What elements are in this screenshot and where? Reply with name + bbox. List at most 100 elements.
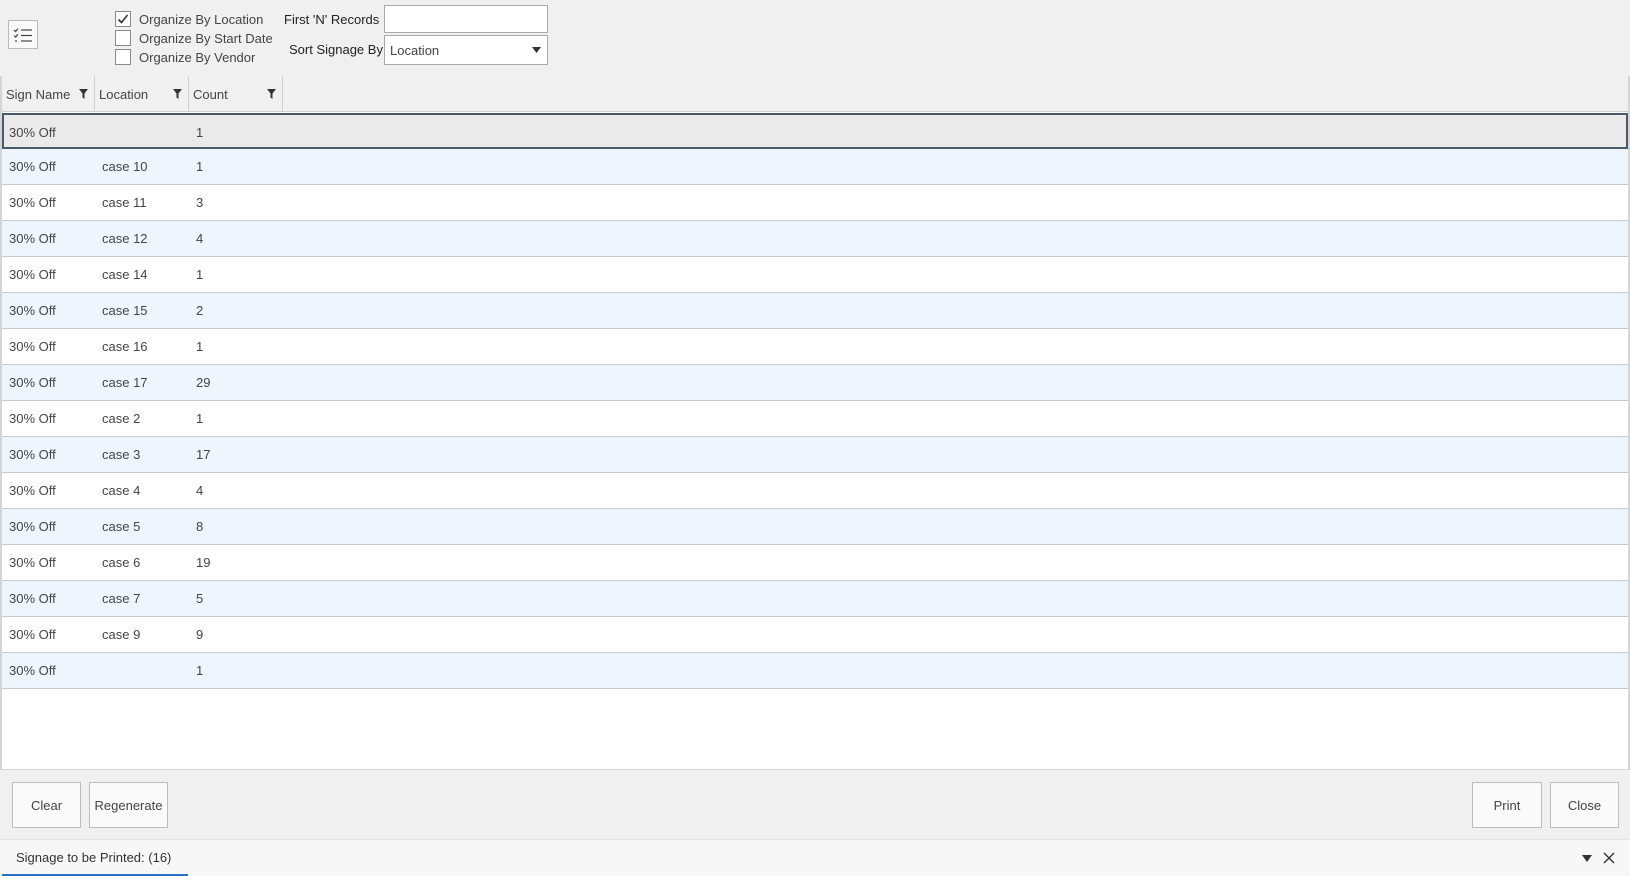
table-row[interactable]: 30% Off case 14 1 xyxy=(2,257,1628,293)
filter-icon[interactable] xyxy=(260,89,282,99)
cell-location: case 3 xyxy=(102,447,141,462)
cell-count: 1 xyxy=(196,339,204,354)
cell-location: case 4 xyxy=(102,483,141,498)
table-row[interactable]: 30% Off case 17 29 xyxy=(2,365,1628,401)
cell-count: 19 xyxy=(196,555,211,570)
cell-location: case 7 xyxy=(102,591,141,606)
cell-location: case 16 xyxy=(102,339,148,354)
table-row[interactable]: 30% Off case 9 9 xyxy=(2,617,1628,653)
dropdown-icon[interactable] xyxy=(1579,850,1595,866)
cell-count: 4 xyxy=(196,483,204,498)
cell-sign-name: 30% Off xyxy=(9,339,56,354)
cell-location: case 10 xyxy=(102,159,148,174)
cell-count: 1 xyxy=(196,411,204,426)
column-label: Location xyxy=(99,86,149,102)
checkbox-organize-by-start-date[interactable] xyxy=(115,30,131,46)
option-organize-by-start-date[interactable]: Organize By Start Date xyxy=(115,29,273,47)
checklist-icon xyxy=(13,27,32,42)
table-row[interactable]: 30% Off case 4 4 xyxy=(2,473,1628,509)
column-header-sign-name[interactable]: Sign Name xyxy=(2,76,95,112)
cell-sign-name: 30% Off xyxy=(9,195,56,210)
cell-count: 8 xyxy=(196,519,204,534)
option-label: Organize By Vendor xyxy=(139,49,256,65)
checkmark-icon xyxy=(117,14,129,24)
grid-header: Sign Name Location Count xyxy=(2,76,1628,112)
table-row[interactable]: 30% Off 1 xyxy=(2,653,1628,689)
cell-location: case 17 xyxy=(102,375,148,390)
table-row[interactable]: 30% Off case 6 19 xyxy=(2,545,1628,581)
option-organize-by-location[interactable]: Organize By Location xyxy=(115,10,263,28)
cell-sign-name: 30% Off xyxy=(9,627,56,642)
cell-count: 1 xyxy=(196,125,204,140)
button-bar: Clear Regenerate Print Close xyxy=(0,769,1630,839)
checkbox-organize-by-vendor[interactable] xyxy=(115,49,131,65)
table-row[interactable]: 30% Off case 11 3 xyxy=(2,185,1628,221)
sort-signage-label: Sort Signage By xyxy=(289,42,383,57)
checklist-menu-button[interactable] xyxy=(8,20,38,49)
table-row[interactable]: 30% Off case 16 1 xyxy=(2,329,1628,365)
cell-count: 9 xyxy=(196,627,204,642)
column-label: Sign Name xyxy=(6,86,71,102)
cell-sign-name: 30% Off xyxy=(9,519,56,534)
table-row[interactable]: 30% Off 1 xyxy=(2,113,1628,149)
signage-to-be-printed-tab[interactable]: Signage to be Printed: (16) xyxy=(2,840,188,876)
column-header-location[interactable]: Location xyxy=(95,76,189,112)
cell-location: case 14 xyxy=(102,267,148,282)
cell-count: 1 xyxy=(196,159,204,174)
cell-count: 3 xyxy=(196,195,204,210)
cell-location: case 2 xyxy=(102,411,141,426)
cell-sign-name: 30% Off xyxy=(9,267,56,282)
toolbar: Organize By Location Organize By Start D… xyxy=(0,0,1630,76)
table-row[interactable]: 30% Off case 7 5 xyxy=(2,581,1628,617)
first-n-records-label: First 'N' Records xyxy=(284,12,380,27)
status-bar: Signage to be Printed: (16) xyxy=(0,839,1630,876)
cell-sign-name: 30% Off xyxy=(9,159,56,174)
clear-button[interactable]: Clear xyxy=(12,782,81,828)
option-label: Organize By Start Date xyxy=(139,30,273,46)
signage-grid: Sign Name Location Count 30% Off 1 30% O… xyxy=(0,76,1630,769)
cell-sign-name: 30% Off xyxy=(9,411,56,426)
cell-count: 1 xyxy=(196,663,204,678)
table-row[interactable]: 30% Off case 10 1 xyxy=(2,149,1628,185)
close-button[interactable]: Close xyxy=(1550,782,1619,828)
filter-icon[interactable] xyxy=(72,89,94,99)
dropdown-arrow-icon[interactable] xyxy=(525,47,547,53)
cell-count: 29 xyxy=(196,375,211,390)
cell-sign-name: 30% Off xyxy=(9,663,56,678)
table-row[interactable]: 30% Off case 3 17 xyxy=(2,437,1628,473)
cell-count: 4 xyxy=(196,231,204,246)
cell-location: case 6 xyxy=(102,555,141,570)
cell-location: case 12 xyxy=(102,231,148,246)
first-n-records-input[interactable] xyxy=(384,5,548,33)
table-row[interactable]: 30% Off case 2 1 xyxy=(2,401,1628,437)
cell-sign-name: 30% Off xyxy=(9,591,56,606)
table-row[interactable]: 30% Off case 12 4 xyxy=(2,221,1628,257)
filter-icon[interactable] xyxy=(166,89,188,99)
cell-sign-name: 30% Off xyxy=(9,555,56,570)
cell-sign-name: 30% Off xyxy=(9,303,56,318)
sort-signage-select[interactable]: Location xyxy=(384,35,548,65)
column-label: Count xyxy=(193,86,228,102)
cell-sign-name: 30% Off xyxy=(9,125,56,140)
cell-location: case 5 xyxy=(102,519,141,534)
table-row[interactable]: 30% Off case 15 2 xyxy=(2,293,1628,329)
cell-count: 2 xyxy=(196,303,204,318)
cell-sign-name: 30% Off xyxy=(9,375,56,390)
cell-count: 17 xyxy=(196,447,211,462)
cell-sign-name: 30% Off xyxy=(9,447,56,462)
option-label: Organize By Location xyxy=(139,11,264,27)
regenerate-button[interactable]: Regenerate xyxy=(89,782,168,828)
column-header-count[interactable]: Count xyxy=(189,76,283,112)
cell-count: 5 xyxy=(196,591,204,606)
cell-location: case 15 xyxy=(102,303,148,318)
table-row[interactable]: 30% Off case 5 8 xyxy=(2,509,1628,545)
print-button[interactable]: Print xyxy=(1472,782,1542,828)
checkbox-organize-by-location[interactable] xyxy=(115,11,131,27)
cell-location: case 9 xyxy=(102,627,141,642)
cell-sign-name: 30% Off xyxy=(9,231,56,246)
option-organize-by-vendor[interactable]: Organize By Vendor xyxy=(115,48,255,66)
cell-sign-name: 30% Off xyxy=(9,483,56,498)
cell-location: case 11 xyxy=(102,195,147,210)
cell-count: 1 xyxy=(196,267,204,282)
close-icon[interactable] xyxy=(1601,850,1617,866)
